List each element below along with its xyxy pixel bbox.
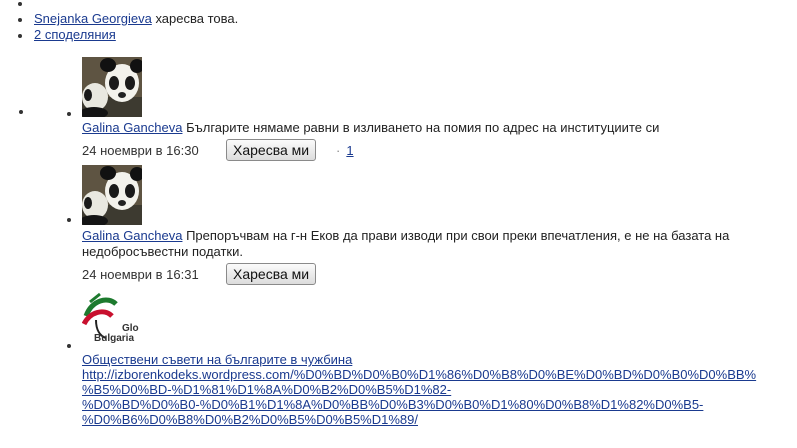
panda-avatar-icon[interactable] — [82, 165, 142, 225]
separator-dot: · — [336, 143, 341, 158]
logo-text: Bulgaria — [94, 333, 135, 344]
shares-link[interactable]: 2 споделяния — [34, 27, 116, 42]
comment-author-link[interactable]: Galina Gancheva — [82, 228, 182, 243]
like-button[interactable]: Харесва ми — [226, 263, 317, 285]
liker-name-link[interactable]: Snejanka Georgieva — [34, 11, 152, 26]
comment-url-link[interactable]: http://izborenkodeks.wordpress.com/%D0%B… — [82, 367, 756, 382]
comment-timestamp: 24 ноември в 16:31 — [82, 267, 199, 282]
list-bullet — [67, 218, 71, 222]
comment-text: Българите нямаме равни в изливането на п… — [186, 120, 660, 135]
comment-text: Препоръчвам на г-н Еков да прави изводи … — [186, 228, 730, 243]
panda-avatar-icon[interactable] — [82, 57, 142, 117]
like-button[interactable]: Харесва ми — [226, 139, 317, 161]
like-count-link[interactable]: 1 — [346, 143, 353, 158]
liker-suffix: харесва това. — [155, 11, 239, 26]
comment-author-link[interactable]: Обществени съвети на българите в чужбина — [82, 352, 352, 367]
globe-bulgaria-logo-icon[interactable]: Glo Bulgaria — [82, 290, 142, 350]
list-bullet — [18, 18, 22, 22]
comment-url-link[interactable]: %B5%D0%BD-%D1%81%D1%8A%D0%B2%D0%B5%D1%82… — [82, 382, 451, 397]
list-bullet — [19, 110, 23, 114]
comment-text-continued: недобросъвестни податки. — [82, 244, 243, 259]
comment-url-link[interactable]: %D0%BD%D0%B0-%D0%B1%D1%8A%D0%BB%D0%B3%D0… — [82, 397, 703, 412]
comment-url-link[interactable]: %D0%B6%D0%B8%D0%B2%D0%B5%D0%B5%D1%89/ — [82, 412, 418, 427]
comment-body: Galina Gancheva Препоръчвам на г-н Еков … — [82, 228, 729, 244]
comment-timestamp: 24 ноември в 16:30 — [82, 143, 199, 158]
list-bullet — [67, 344, 71, 348]
list-bullet — [18, 2, 22, 6]
comment-body: Galina Gancheva Българите нямаме равни в… — [82, 120, 659, 136]
like-summary: Snejanka Georgieva харесва това. — [34, 11, 238, 27]
list-bullet — [67, 112, 71, 116]
comment-author-link[interactable]: Galina Gancheva — [82, 120, 182, 135]
list-bullet — [18, 34, 22, 38]
